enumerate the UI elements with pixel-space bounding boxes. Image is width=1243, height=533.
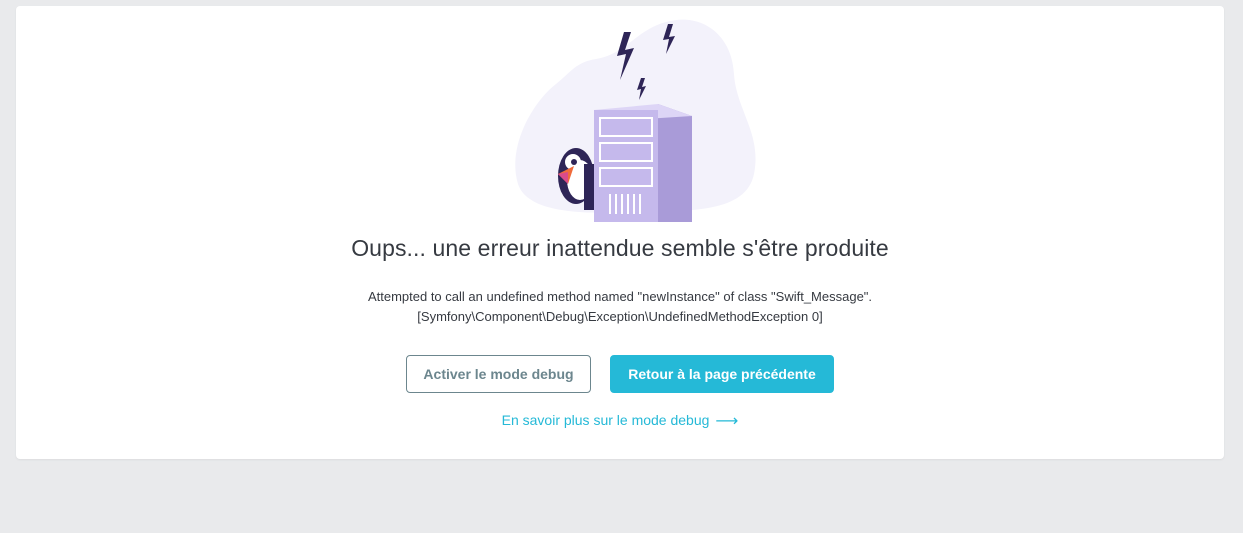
server-front <box>594 110 658 222</box>
exception-class-line: [Symfony\Component\Debug\Exception\Undef… <box>417 309 823 324</box>
arrow-right-icon: ⟶ <box>715 413 739 430</box>
error-message: Attempted to call an undefined method na… <box>16 287 1224 327</box>
error-message-line: Attempted to call an undefined method na… <box>367 289 873 304</box>
learn-more-debug-link[interactable]: En savoir plus sur le mode debug ⟶ <box>16 411 1224 431</box>
enable-debug-button[interactable]: Activer le mode debug <box>406 355 591 393</box>
error-card: Oups... une erreur inattendue semble s'ê… <box>16 6 1224 459</box>
server-error-illustration <box>515 19 756 222</box>
learn-more-label[interactable]: En savoir plus sur le mode debug <box>502 412 710 428</box>
back-button[interactable]: Retour à la page précédente <box>610 355 834 393</box>
server-side <box>658 104 692 222</box>
error-title: Oups... une erreur inattendue semble s'ê… <box>351 235 889 261</box>
